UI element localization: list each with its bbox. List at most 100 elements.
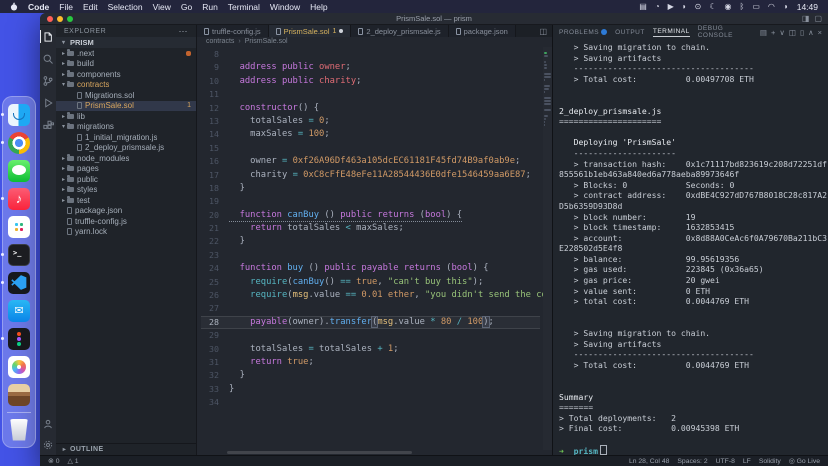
moon-icon[interactable]: ☾	[709, 2, 716, 11]
dock-item-finder[interactable]	[8, 104, 30, 126]
eol[interactable]: LF	[743, 458, 751, 465]
folder-build[interactable]: ▸build	[56, 59, 196, 70]
menu-item-code[interactable]: Code	[28, 2, 49, 12]
errors-status[interactable]: ⊗0	[48, 457, 59, 465]
folder-contracts[interactable]: ▾contracts	[56, 80, 196, 91]
terminal-prompt[interactable]: ➜ prism	[559, 445, 828, 455]
menu-item-go[interactable]: Go	[181, 2, 192, 12]
code-line-29[interactable]: 29	[201, 329, 540, 342]
accounts-icon[interactable]	[40, 417, 56, 430]
cursor-position[interactable]: Ln 28, Col 48	[629, 458, 669, 465]
settings-icon[interactable]	[40, 438, 56, 451]
menu-item-view[interactable]: View	[153, 2, 171, 12]
apple-menu-icon[interactable]	[10, 2, 18, 11]
code-line-28[interactable]: 28 payable(owner).transfer(msg.value * 8…	[201, 316, 540, 329]
code-line-19[interactable]: 19	[201, 195, 540, 208]
split-editor-icon[interactable]: ◫	[539, 27, 547, 36]
split-icon[interactable]: ◫	[789, 28, 796, 37]
code-line-16[interactable]: 16 owner = 0xf26A96Df463a105dcEC61181F45…	[201, 155, 540, 168]
code-line-14[interactable]: 14 maxSales = 100;	[201, 128, 540, 141]
terminal-output[interactable]: > Saving migration to chain. > Saving ar…	[553, 39, 828, 455]
code-line-13[interactable]: 13 totalSales = 0;	[201, 115, 540, 128]
search-icon[interactable]	[40, 52, 56, 65]
breadcrumb-item[interactable]: PrismSale.sol	[245, 38, 288, 45]
panel-tab-output[interactable]: OUTPUT	[615, 29, 645, 36]
dock-item-photos[interactable]	[8, 356, 30, 378]
trash-icon[interactable]: ▯	[800, 28, 804, 37]
code-line-25[interactable]: 25 require(canBuy() == true, "can't buy …	[201, 276, 540, 289]
dock-item-ganache[interactable]	[8, 384, 30, 406]
tab-2_deploy_prismsale.js[interactable]: 2_deploy_prismsale.js	[351, 25, 448, 37]
more-actions-icon[interactable]: ⋯	[179, 26, 189, 37]
control-center-icon[interactable]: ◑	[783, 2, 788, 11]
terminal-list-icon[interactable]: ▤	[760, 28, 767, 37]
folder-public[interactable]: ▸public	[56, 174, 196, 185]
chat-icon[interactable]: ◗	[682, 2, 687, 11]
menu-item-window[interactable]: Window	[270, 2, 300, 12]
menu-item-edit[interactable]: Edit	[83, 2, 98, 12]
indentation[interactable]: Spaces: 2	[677, 458, 707, 465]
code-line-11[interactable]: 11	[201, 88, 540, 101]
dock-item-mail[interactable]	[8, 300, 30, 322]
minimap[interactable]	[543, 47, 552, 450]
file-PrismSale.sol[interactable]: PrismSale.sol1	[56, 101, 196, 112]
dock-item-terminal[interactable]	[8, 244, 30, 266]
folder-migrations[interactable]: ▾migrations	[56, 122, 196, 133]
code-line-12[interactable]: 12 constructor() {	[201, 102, 540, 115]
code-line-15[interactable]: 15	[201, 142, 540, 155]
folder-pages[interactable]: ▸pages	[56, 164, 196, 175]
clock[interactable]: 14:49	[797, 2, 818, 12]
code-line-26[interactable]: 26 require(msg.value == 0.01 ether, "you…	[201, 289, 540, 302]
tab-truffle-config.js[interactable]: truffle-config.js	[197, 25, 269, 37]
plus-icon[interactable]: +	[771, 28, 775, 37]
code-line-9[interactable]: 9 address public owner;	[201, 61, 540, 74]
menu-item-terminal[interactable]: Terminal	[228, 2, 260, 12]
chevron-up-icon[interactable]: ∧	[808, 28, 814, 37]
dock-item-chrome[interactable]	[8, 132, 30, 154]
panel-tab-debug-console[interactable]: DEBUG CONSOLE	[698, 25, 752, 39]
explorer-icon[interactable]	[40, 30, 56, 43]
source-control-icon[interactable]	[40, 74, 56, 87]
file-Migrations.sol[interactable]: Migrations.sol	[56, 90, 196, 101]
code-line-24[interactable]: 24 function buy () public payable return…	[201, 262, 540, 275]
menu-item-selection[interactable]: Selection	[108, 2, 143, 12]
breadcrumb-item[interactable]: contracts	[206, 38, 234, 45]
folder-lib[interactable]: ▸lib	[56, 111, 196, 122]
folder-node_modules[interactable]: ▸node_modules	[56, 153, 196, 164]
panel-tab-terminal[interactable]: TERMINAL	[653, 28, 690, 37]
breadcrumb[interactable]: contracts›PrismSale.sol	[197, 37, 552, 46]
dock-item-music[interactable]	[8, 188, 30, 210]
display-icon[interactable]: ▤	[639, 2, 647, 11]
toggle-panel-icon[interactable]: ◨	[802, 13, 810, 24]
code-line-33[interactable]: 33}	[201, 383, 540, 396]
code-line-23[interactable]: 23	[201, 249, 540, 262]
panel-tab-problems[interactable]: PROBLEMS	[559, 29, 607, 36]
code-line-30[interactable]: 30 totalSales = totalSales + 1;	[201, 343, 540, 356]
code-line-8[interactable]: 8	[201, 48, 540, 61]
encoding[interactable]: UTF-8	[716, 458, 735, 465]
code-line-10[interactable]: 10 address public charity;	[201, 75, 540, 88]
minimize-window-button[interactable]	[57, 16, 63, 22]
go-live[interactable]: ◎ Go Live	[789, 457, 820, 465]
customize-layout-icon[interactable]: ▢	[814, 13, 822, 24]
warnings-status[interactable]: △1	[67, 457, 78, 465]
menu-item-file[interactable]: File	[59, 2, 73, 12]
dock-item-slack[interactable]	[8, 216, 30, 238]
file-truffle-config.js[interactable]: truffle-config.js	[56, 216, 196, 227]
folder-test[interactable]: ▸test	[56, 195, 196, 206]
dock-item-figma[interactable]	[8, 328, 30, 350]
wifi-icon[interactable]: ◠	[768, 2, 775, 11]
extensions-icon[interactable]	[40, 118, 56, 131]
code-line-17[interactable]: 17 charity = 0xC8cFfE48eFe11A28544436E0d…	[201, 169, 540, 182]
code-area[interactable]: 89 address public owner;10 address publi…	[197, 46, 552, 455]
file-1_initial_migration.js[interactable]: 1_initial_migration.js	[56, 132, 196, 143]
code-line-27[interactable]: 27	[201, 302, 540, 315]
code-line-22[interactable]: 22 }	[201, 235, 540, 248]
gauge-icon[interactable]: ◔	[655, 2, 660, 11]
menu-item-help[interactable]: Help	[310, 2, 327, 12]
close-icon[interactable]: ×	[818, 28, 822, 37]
dock-item-messages[interactable]	[8, 160, 30, 182]
folder-styles[interactable]: ▸styles	[56, 185, 196, 196]
tab-package.json[interactable]: package.json	[449, 25, 516, 37]
battery-icon[interactable]: ▭	[752, 2, 760, 11]
